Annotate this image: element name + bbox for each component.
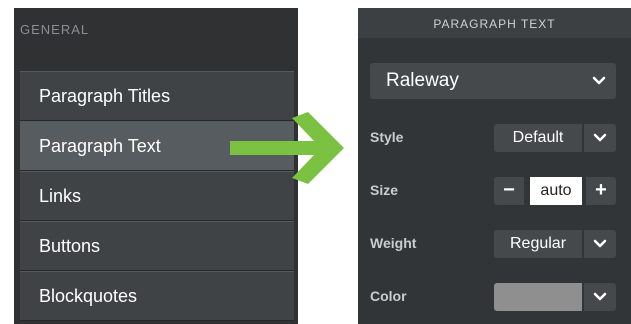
- color-dropdown-button[interactable]: [584, 283, 616, 311]
- size-input[interactable]: [530, 177, 582, 205]
- size-increment-button[interactable]: +: [586, 177, 616, 205]
- weight-dropdown-button[interactable]: [584, 230, 616, 258]
- panel-title: PARAGRAPH TEXT: [358, 8, 631, 38]
- paragraph-text-panel: PARAGRAPH TEXT Raleway Style Default Siz…: [358, 8, 631, 324]
- size-label: Size: [370, 182, 399, 198]
- font-family-select[interactable]: Raleway: [370, 63, 616, 99]
- size-decrement-button[interactable]: −: [494, 177, 524, 205]
- chevron-down-icon: [593, 133, 607, 142]
- color-swatch[interactable]: [494, 283, 582, 311]
- section-heading: GENERAL: [20, 22, 90, 37]
- green-arrow-icon: [230, 112, 344, 184]
- style-select[interactable]: Default: [494, 124, 582, 152]
- weight-select[interactable]: Regular: [494, 230, 582, 258]
- font-family-value: Raleway: [386, 70, 459, 91]
- chevron-down-icon: [592, 76, 606, 85]
- style-label: Style: [370, 129, 404, 145]
- weight-label: Weight: [370, 235, 417, 251]
- nav-item-buttons[interactable]: Buttons: [20, 221, 294, 271]
- chevron-down-icon: [593, 239, 607, 248]
- size-stepper: − +: [494, 177, 618, 205]
- chevron-down-icon: [593, 292, 607, 301]
- nav-item-blockquotes[interactable]: Blockquotes: [20, 271, 294, 321]
- color-label: Color: [370, 288, 407, 304]
- style-dropdown-button[interactable]: [584, 124, 616, 152]
